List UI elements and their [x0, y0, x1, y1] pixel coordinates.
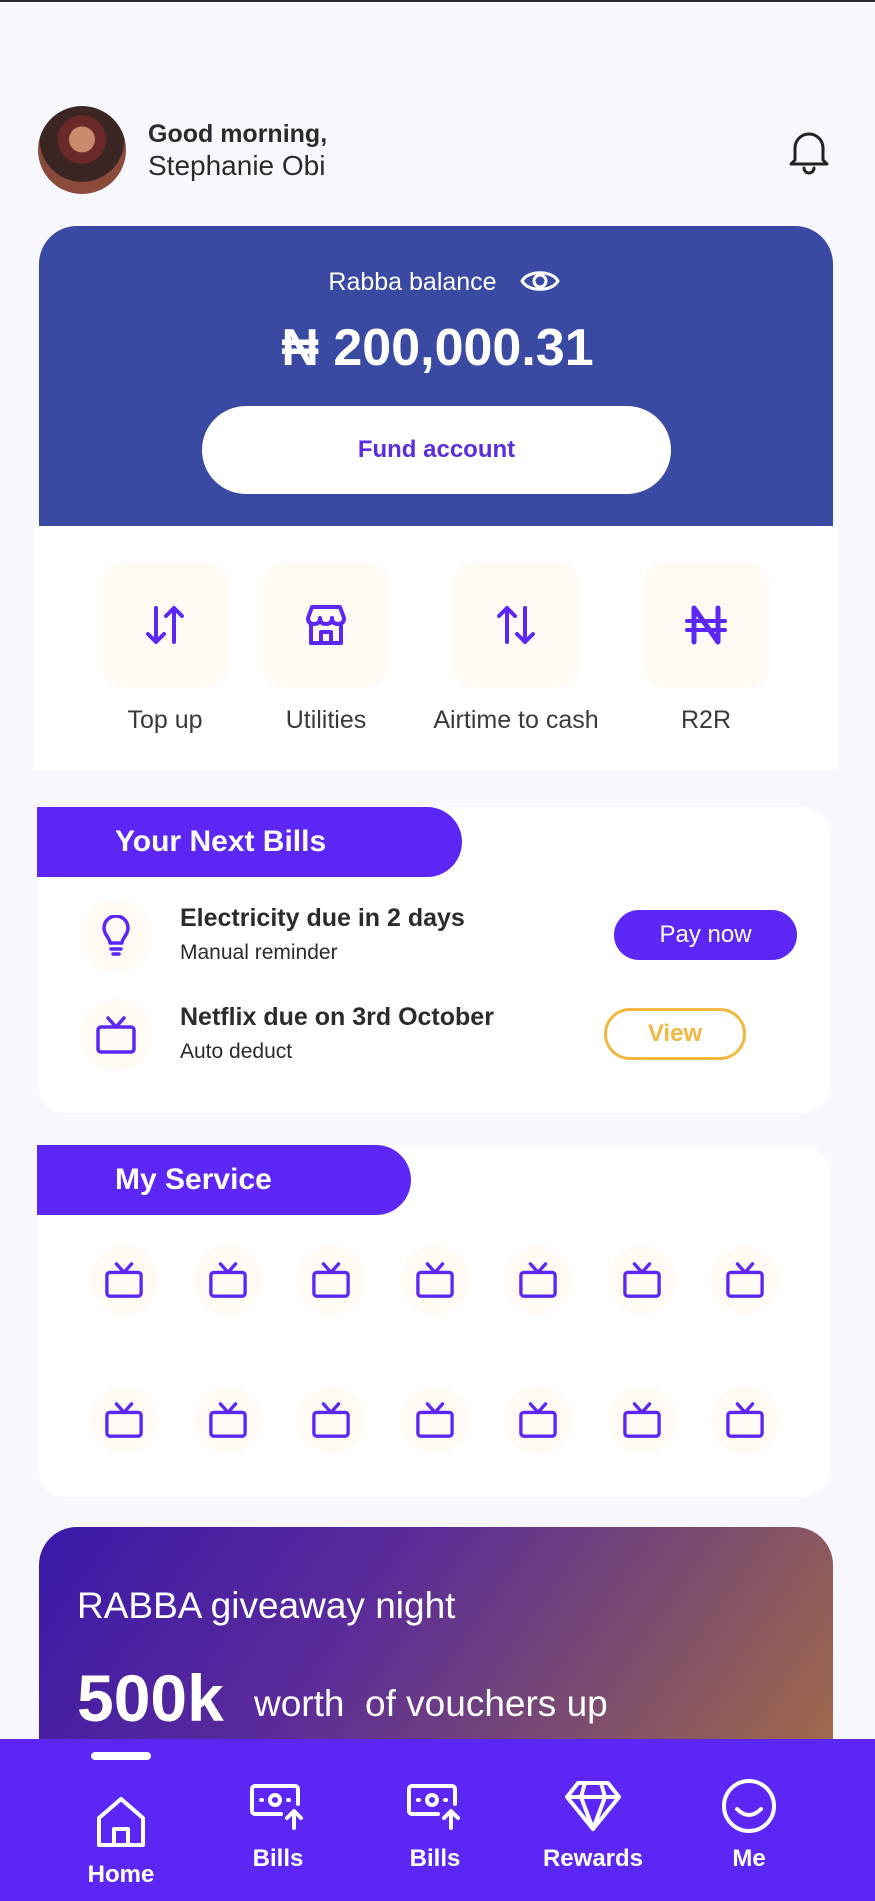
smiley-icon — [722, 1779, 776, 1833]
tile — [453, 562, 579, 688]
promo-title: RABBA giveaway night — [77, 1585, 456, 1626]
service-item[interactable] — [401, 1386, 469, 1454]
tv-icon — [519, 1262, 557, 1298]
nav-icon-wrap — [360, 1775, 510, 1837]
tv-icon — [312, 1262, 350, 1298]
tv-icon — [726, 1402, 764, 1438]
service-item[interactable] — [194, 1246, 262, 1314]
promo-text: worth of vouchers up — [254, 1683, 608, 1724]
service-item[interactable] — [504, 1386, 572, 1454]
tile — [643, 562, 769, 688]
nav-icon-wrap — [518, 1775, 668, 1837]
tv-icon — [623, 1262, 661, 1298]
naira-icon — [685, 605, 727, 645]
nav-label: Bills — [409, 1845, 461, 1872]
bill-subtitle: Auto deduct — [180, 1040, 293, 1063]
tv-icon — [623, 1402, 661, 1438]
nav-bills-2[interactable]: Bills — [360, 1775, 510, 1873]
nav-icon-wrap — [203, 1775, 353, 1837]
tile — [263, 562, 389, 688]
service-item[interactable] — [297, 1246, 365, 1314]
nav-label: Bills — [252, 1845, 304, 1872]
balance-label: Rabba balance — [328, 268, 497, 296]
action-r2r[interactable]: R2R — [616, 562, 796, 735]
tv-icon — [519, 1402, 557, 1438]
service-item[interactable] — [90, 1386, 158, 1454]
pay-now-button[interactable]: Pay now — [614, 910, 797, 960]
service-item[interactable] — [401, 1246, 469, 1314]
tv-icon — [96, 1016, 136, 1054]
nav-icon-wrap — [46, 1791, 196, 1853]
promo-highlight: 500k — [77, 1661, 224, 1735]
user-name: Stephanie Obi — [148, 150, 326, 181]
home-icon — [97, 1797, 145, 1847]
diamond-icon — [565, 1781, 621, 1831]
nav-me[interactable]: Me — [674, 1775, 824, 1873]
action-label: Utilities — [285, 706, 367, 734]
action-top-up[interactable]: Top up — [75, 562, 255, 735]
service-item[interactable] — [194, 1386, 262, 1454]
swap-vertical-icon — [497, 606, 535, 644]
service-item[interactable] — [608, 1246, 676, 1314]
active-indicator — [91, 1752, 151, 1760]
action-label: R2R — [680, 706, 731, 734]
eye-icon[interactable] — [520, 264, 560, 298]
service-item[interactable] — [711, 1386, 779, 1454]
nav-home[interactable]: Home — [46, 1775, 196, 1889]
tv-icon — [726, 1262, 764, 1298]
bills-icon — [250, 1784, 303, 1830]
tv-icon — [105, 1402, 143, 1438]
my-service-title: My Service — [37, 1145, 411, 1215]
next-bills-title: Your Next Bills — [37, 807, 462, 877]
tv-icon — [105, 1262, 143, 1298]
tile — [102, 562, 228, 688]
nav-rewards[interactable]: Rewards — [518, 1775, 668, 1873]
service-item[interactable] — [608, 1386, 676, 1454]
service-item[interactable] — [504, 1246, 572, 1314]
tv-icon — [416, 1262, 454, 1298]
bills-icon — [407, 1784, 460, 1830]
arrows-up-down-icon — [146, 606, 184, 644]
user-avatar[interactable] — [38, 106, 126, 194]
service-item[interactable] — [711, 1246, 779, 1314]
tv-icon — [209, 1262, 247, 1298]
nav-bills[interactable]: Bills — [203, 1775, 353, 1873]
bill-title: Netflix due on 3rd October — [180, 1003, 494, 1031]
tv-icon — [416, 1402, 454, 1438]
action-label: Top up — [127, 706, 203, 734]
bill-subtitle: Manual reminder — [180, 941, 338, 964]
service-item[interactable] — [297, 1386, 365, 1454]
greeting-text: Good morning, — [148, 120, 328, 148]
bill-title: Electricity due in 2 days — [180, 904, 465, 932]
balance-amount: ₦ 200,000.31 — [281, 319, 594, 377]
tv-icon — [209, 1402, 247, 1438]
nav-label: Home — [87, 1861, 155, 1888]
nav-icon-wrap — [674, 1775, 824, 1837]
fund-account-button[interactable]: Fund account — [202, 406, 671, 494]
bill-icon-wrap — [80, 900, 152, 972]
lightbulb-icon — [102, 915, 130, 956]
bell-icon[interactable] — [783, 124, 835, 176]
tv-icon — [312, 1402, 350, 1438]
action-label: Airtime to cash — [433, 706, 599, 734]
action-airtime-to-cash[interactable]: Airtime to cash — [426, 562, 606, 735]
nav-label: Me — [732, 1845, 766, 1872]
store-icon — [306, 605, 346, 645]
nav-label: Rewards — [542, 1845, 644, 1872]
view-button[interactable]: View — [604, 1008, 746, 1060]
action-utilities[interactable]: Utilities — [236, 562, 416, 735]
service-item[interactable] — [90, 1246, 158, 1314]
status-bar-line — [0, 0, 875, 2]
bill-icon-wrap — [80, 999, 152, 1071]
